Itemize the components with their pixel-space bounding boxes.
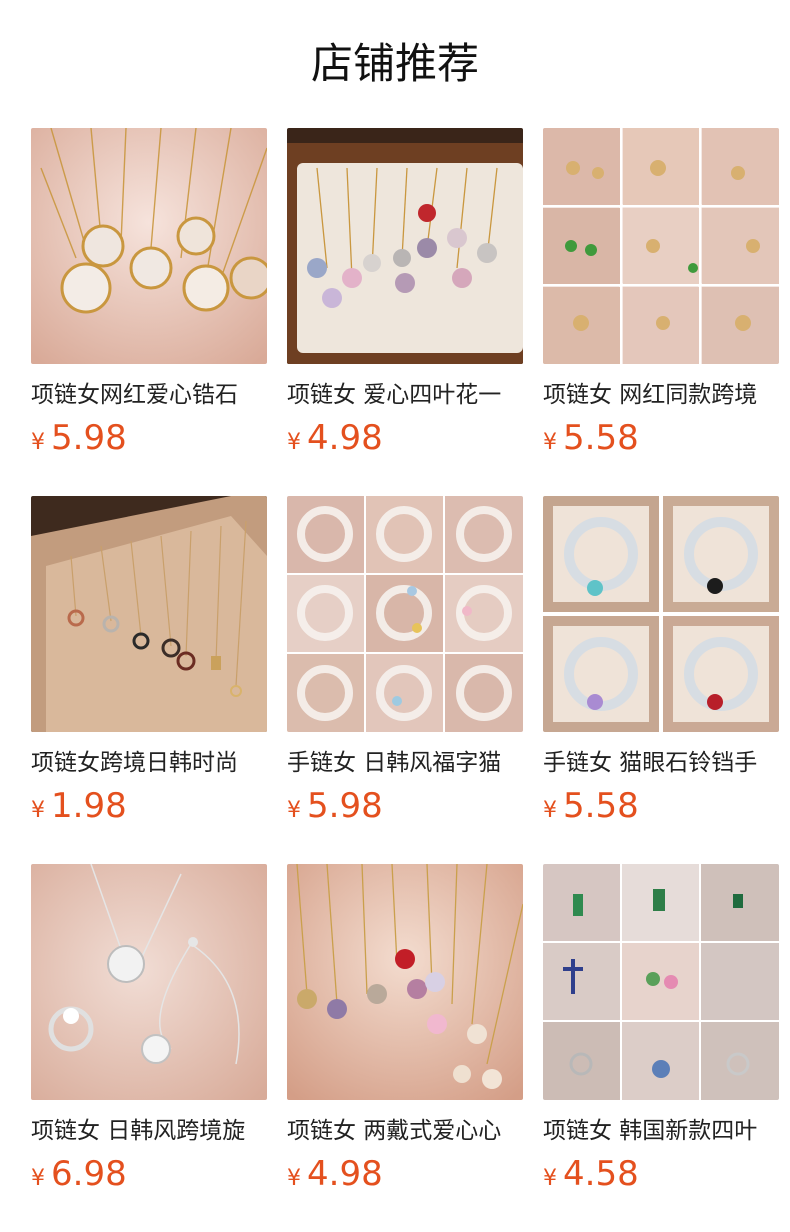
product-name[interactable]: 项链女跨境日韩时尚	[31, 746, 267, 780]
price-value: 5.98	[51, 418, 127, 458]
page-title: 店铺推荐	[310, 39, 479, 88]
price-value: 5.98	[307, 786, 383, 826]
product-image[interactable]	[31, 864, 267, 1100]
product-image[interactable]	[543, 128, 779, 364]
currency-symbol: ¥	[31, 430, 45, 455]
price-value: 5.58	[563, 418, 639, 458]
product-name[interactable]: 项链女 网红同款跨境	[543, 378, 779, 412]
product-card[interactable]: 项链女跨境日韩时尚 ¥1.98	[31, 496, 267, 836]
product-image[interactable]	[31, 128, 267, 364]
product-card[interactable]: 项链女 爱心四叶花一 ¥4.98	[287, 128, 523, 468]
product-card[interactable]: 手链女 猫眼石铃铛手 ¥5.58	[543, 496, 779, 836]
product-name[interactable]: 项链女 两戴式爱心心	[287, 1114, 523, 1148]
product-card[interactable]: 项链女 日韩风跨境旋 ¥6.98	[31, 864, 267, 1204]
currency-symbol: ¥	[31, 798, 45, 823]
product-image[interactable]	[543, 496, 779, 732]
product-price: ¥5.98	[287, 784, 383, 828]
product-price: ¥4.58	[543, 1152, 639, 1196]
product-name[interactable]: 项链女 日韩风跨境旋	[31, 1114, 267, 1148]
price-value: 4.98	[307, 418, 383, 458]
currency-symbol: ¥	[543, 1166, 557, 1191]
product-card[interactable]: 项链女 韩国新款四叶 ¥4.58	[543, 864, 779, 1204]
product-price: ¥5.98	[31, 416, 127, 460]
product-name[interactable]: 项链女 爱心四叶花一	[287, 378, 523, 412]
product-name[interactable]: 项链女 韩国新款四叶	[543, 1114, 779, 1148]
currency-symbol: ¥	[543, 430, 557, 455]
product-image[interactable]	[543, 864, 779, 1100]
currency-symbol: ¥	[287, 798, 301, 823]
product-card[interactable]: 手链女 日韩风福字猫 ¥5.98	[287, 496, 523, 836]
product-name[interactable]: 项链女网红爱心锆石	[31, 378, 267, 412]
product-price: ¥5.58	[543, 416, 639, 460]
currency-symbol: ¥	[31, 1166, 45, 1191]
price-value: 4.98	[307, 1154, 383, 1194]
product-image[interactable]	[31, 496, 267, 732]
product-price: ¥5.58	[543, 784, 639, 828]
product-price: ¥6.98	[31, 1152, 127, 1196]
currency-symbol: ¥	[543, 798, 557, 823]
product-card[interactable]: 项链女网红爱心锆石 ¥5.98	[31, 128, 267, 468]
currency-symbol: ¥	[287, 1166, 301, 1191]
product-price: ¥4.98	[287, 416, 383, 460]
product-name[interactable]: 手链女 日韩风福字猫	[287, 746, 523, 780]
product-name[interactable]: 手链女 猫眼石铃铛手	[543, 746, 779, 780]
product-card[interactable]: 项链女 两戴式爱心心 ¥4.98	[287, 864, 523, 1204]
product-card[interactable]: 项链女 网红同款跨境 ¥5.58	[543, 128, 779, 468]
product-image[interactable]	[287, 128, 523, 364]
product-price: ¥1.98	[31, 784, 127, 828]
product-price: ¥4.98	[287, 1152, 383, 1196]
price-value: 5.58	[563, 786, 639, 826]
price-value: 6.98	[51, 1154, 127, 1194]
price-value: 4.58	[563, 1154, 639, 1194]
product-image[interactable]	[287, 864, 523, 1100]
price-value: 1.98	[51, 786, 127, 826]
product-image[interactable]	[287, 496, 523, 732]
currency-symbol: ¥	[287, 430, 301, 455]
